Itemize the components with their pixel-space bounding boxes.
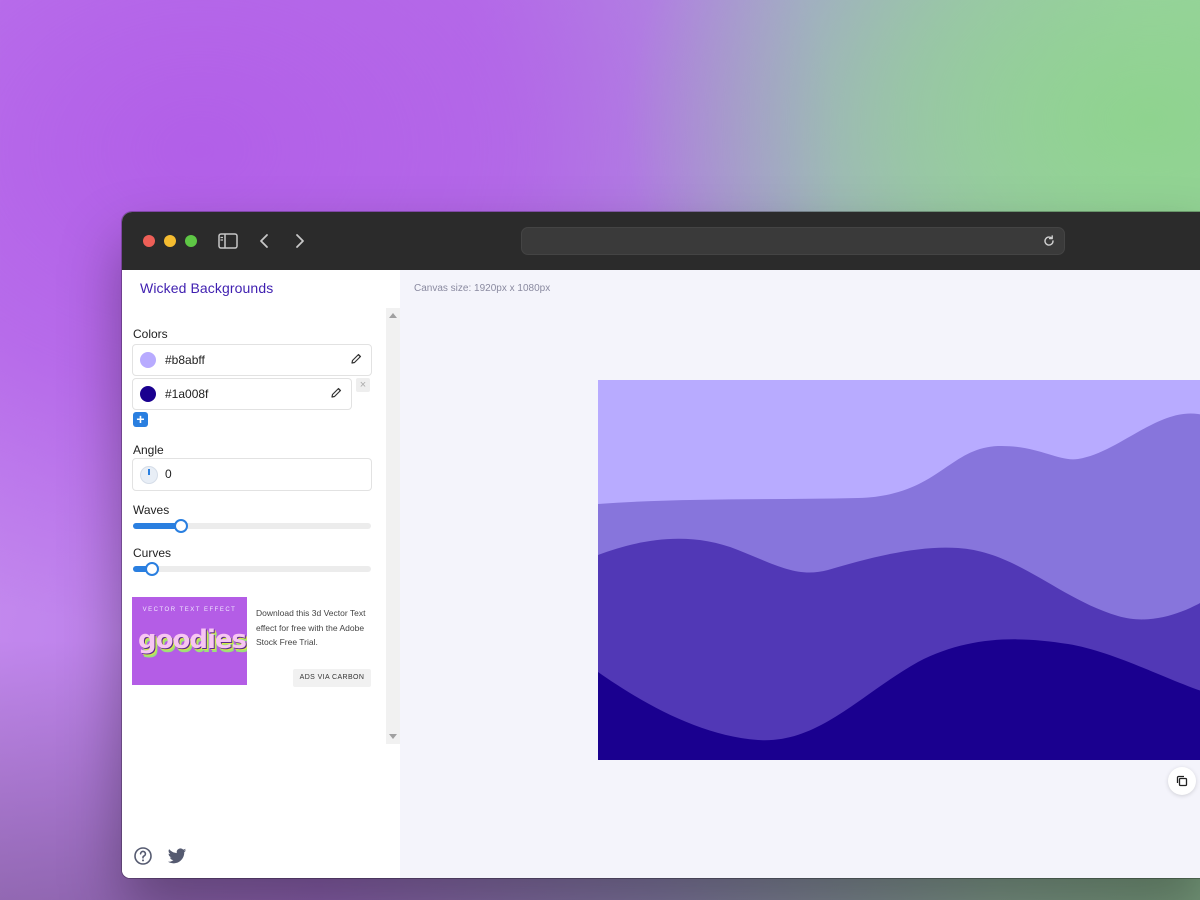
browser-window: Wicked Backgrounds Colors #b8abff #1a008…	[122, 212, 1200, 878]
ad-image-caption: VECTOR TEXT EFFECT	[142, 607, 237, 613]
close-dot[interactable]	[143, 235, 155, 247]
curves-label: Curves	[133, 546, 172, 560]
wave-preview-canvas	[598, 380, 1200, 760]
twitter-icon[interactable]	[167, 846, 187, 866]
zoom-dot[interactable]	[185, 235, 197, 247]
color-field-2[interactable]: #1a008f	[132, 378, 352, 410]
address-bar[interactable]	[521, 227, 1065, 255]
angle-label: Angle	[133, 443, 164, 457]
eyedropper-icon[interactable]	[329, 386, 343, 400]
chevron-right-icon[interactable]	[289, 230, 311, 252]
angle-dial-icon[interactable]	[140, 466, 158, 484]
waves-label: Waves	[133, 503, 170, 517]
browser-titlebar	[122, 212, 1200, 270]
brand-title[interactable]: Wicked Backgrounds	[140, 280, 273, 296]
chevron-left-icon[interactable]	[253, 230, 275, 252]
copy-icon[interactable]	[1168, 767, 1196, 795]
help-icon[interactable]	[133, 846, 153, 866]
color-hex-value[interactable]: #b8abff	[165, 353, 205, 367]
panel-scrollbar[interactable]	[386, 308, 400, 744]
colors-label: Colors	[133, 327, 168, 341]
waves-slider[interactable]	[133, 519, 371, 533]
color-hex-value[interactable]: #1a008f	[165, 387, 208, 401]
angle-input[interactable]: 0	[132, 458, 372, 491]
curves-slider[interactable]	[133, 562, 371, 576]
reload-icon[interactable]	[1040, 232, 1058, 250]
add-color-button[interactable]: +	[133, 412, 148, 427]
ad-image[interactable]: VECTOR TEXT EFFECT goodies	[132, 597, 247, 685]
eyedropper-icon[interactable]	[349, 352, 363, 366]
controls-scroll-area: Colors #b8abff #1a008f × + Angle 0 Waves…	[122, 308, 387, 744]
color-field-1[interactable]: #b8abff	[132, 344, 372, 376]
color-swatch[interactable]	[140, 352, 156, 368]
angle-value[interactable]: 0	[165, 467, 172, 481]
sidebar-toggle-icon[interactable]	[217, 230, 239, 252]
settings-panel: Wicked Backgrounds Colors #b8abff #1a008…	[122, 270, 400, 878]
scroll-down-arrow[interactable]	[389, 734, 397, 739]
ads-via-carbon-button[interactable]: ADS VIA CARBON	[293, 669, 371, 687]
curves-slider-thumb[interactable]	[145, 562, 160, 576]
scroll-up-arrow[interactable]	[389, 313, 397, 318]
color-swatch[interactable]	[140, 386, 156, 402]
ad-image-word: goodies	[138, 625, 247, 655]
canvas-size-label: Canvas size: 1920px x 1080px	[414, 283, 551, 294]
remove-color-button[interactable]: ×	[356, 378, 370, 392]
waves-slider-thumb[interactable]	[173, 519, 188, 533]
ad-text[interactable]: Download this 3d Vector Text effect for …	[256, 606, 374, 650]
minimize-dot[interactable]	[164, 235, 176, 247]
